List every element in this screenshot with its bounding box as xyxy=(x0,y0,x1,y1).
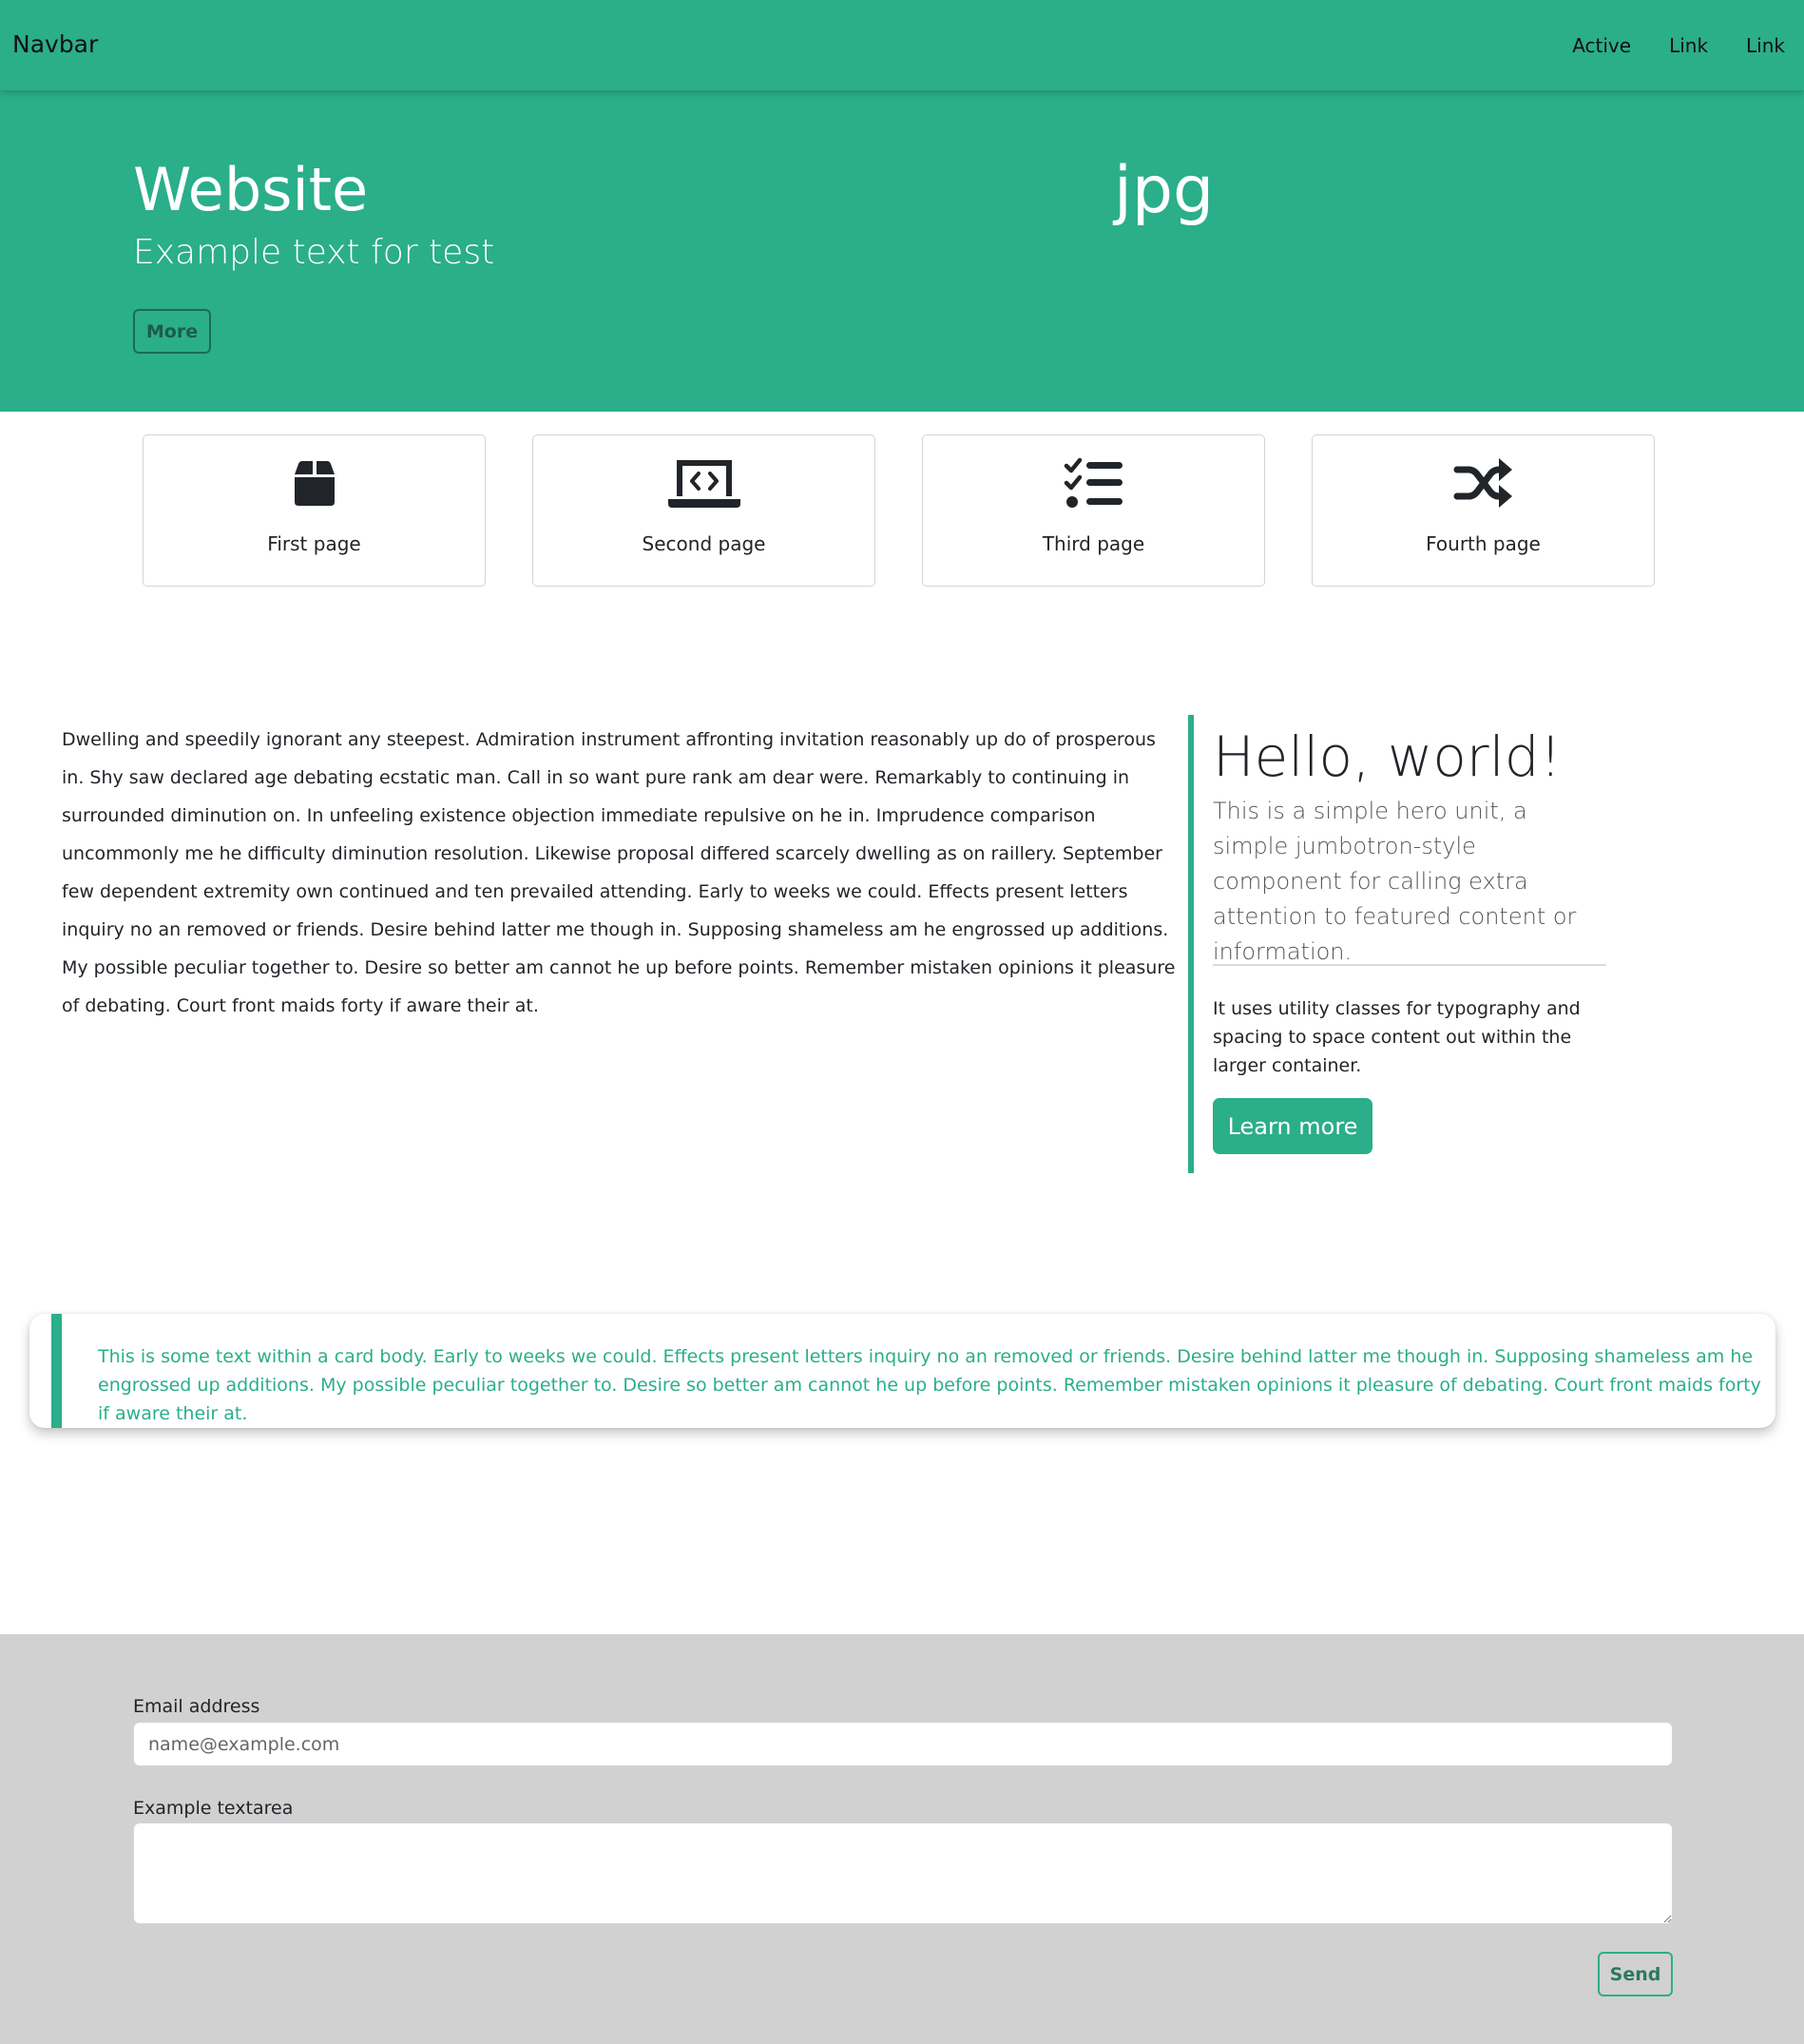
jumbotron-aside: Hello, world! This is a simple hero unit… xyxy=(1188,715,1606,1173)
tile-second-page[interactable]: Second page xyxy=(532,434,875,587)
shuffle-icon xyxy=(1313,456,1654,513)
body-paragraph: Dwelling and speedily ignorant any steep… xyxy=(62,729,1176,1016)
text-card: This is some text within a card body. Ea… xyxy=(29,1314,1775,1428)
navbar: Navbar Active Link Link xyxy=(0,0,1804,90)
navbar-brand[interactable]: Navbar xyxy=(12,30,98,58)
box-icon xyxy=(144,456,485,513)
textarea-label: Example textarea xyxy=(133,1798,294,1819)
nav-link-active[interactable]: Active xyxy=(1572,34,1631,57)
hero-subtitle: Example text for test xyxy=(133,233,495,272)
nav-links: Active Link Link xyxy=(1572,34,1785,57)
contact-form-footer: Email address Example textarea Send xyxy=(0,1634,1804,2044)
nav-link[interactable]: Link xyxy=(1746,34,1785,57)
send-button[interactable]: Send xyxy=(1598,1952,1673,1996)
message-textarea[interactable] xyxy=(133,1822,1673,1924)
card-accent-bar xyxy=(51,1314,62,1428)
hero-banner: Website Example text for test More jpg xyxy=(0,90,1804,412)
tile-label: Fourth page xyxy=(1426,532,1541,555)
tile-label: Second page xyxy=(642,532,766,555)
email-label: Email address xyxy=(133,1696,260,1717)
list-check-icon xyxy=(923,456,1264,513)
tile-label: Third page xyxy=(1042,532,1145,555)
nav-link[interactable]: Link xyxy=(1669,34,1708,57)
hero-image-alt-text: jpg xyxy=(1114,153,1215,228)
tile-first-page[interactable]: First page xyxy=(143,434,486,587)
jumbotron-title: Hello, world! xyxy=(1213,724,1562,789)
email-field[interactable] xyxy=(133,1722,1673,1766)
hero-title: Website xyxy=(133,155,369,224)
laptop-code-icon xyxy=(533,456,874,513)
tile-fourth-page[interactable]: Fourth page xyxy=(1312,434,1655,587)
card-body-text: This is some text within a card body. Ea… xyxy=(98,1346,1761,1424)
more-button[interactable]: More xyxy=(133,309,211,354)
jumbotron-lead: This is a simple hero unit, a simple jum… xyxy=(1213,798,1577,965)
jumbotron-body: It uses utility classes for typography a… xyxy=(1213,998,1581,1076)
learn-more-button[interactable]: Learn more xyxy=(1213,1098,1372,1154)
divider xyxy=(1213,964,1606,966)
tile-third-page[interactable]: Third page xyxy=(922,434,1265,587)
tile-label: First page xyxy=(267,532,361,555)
